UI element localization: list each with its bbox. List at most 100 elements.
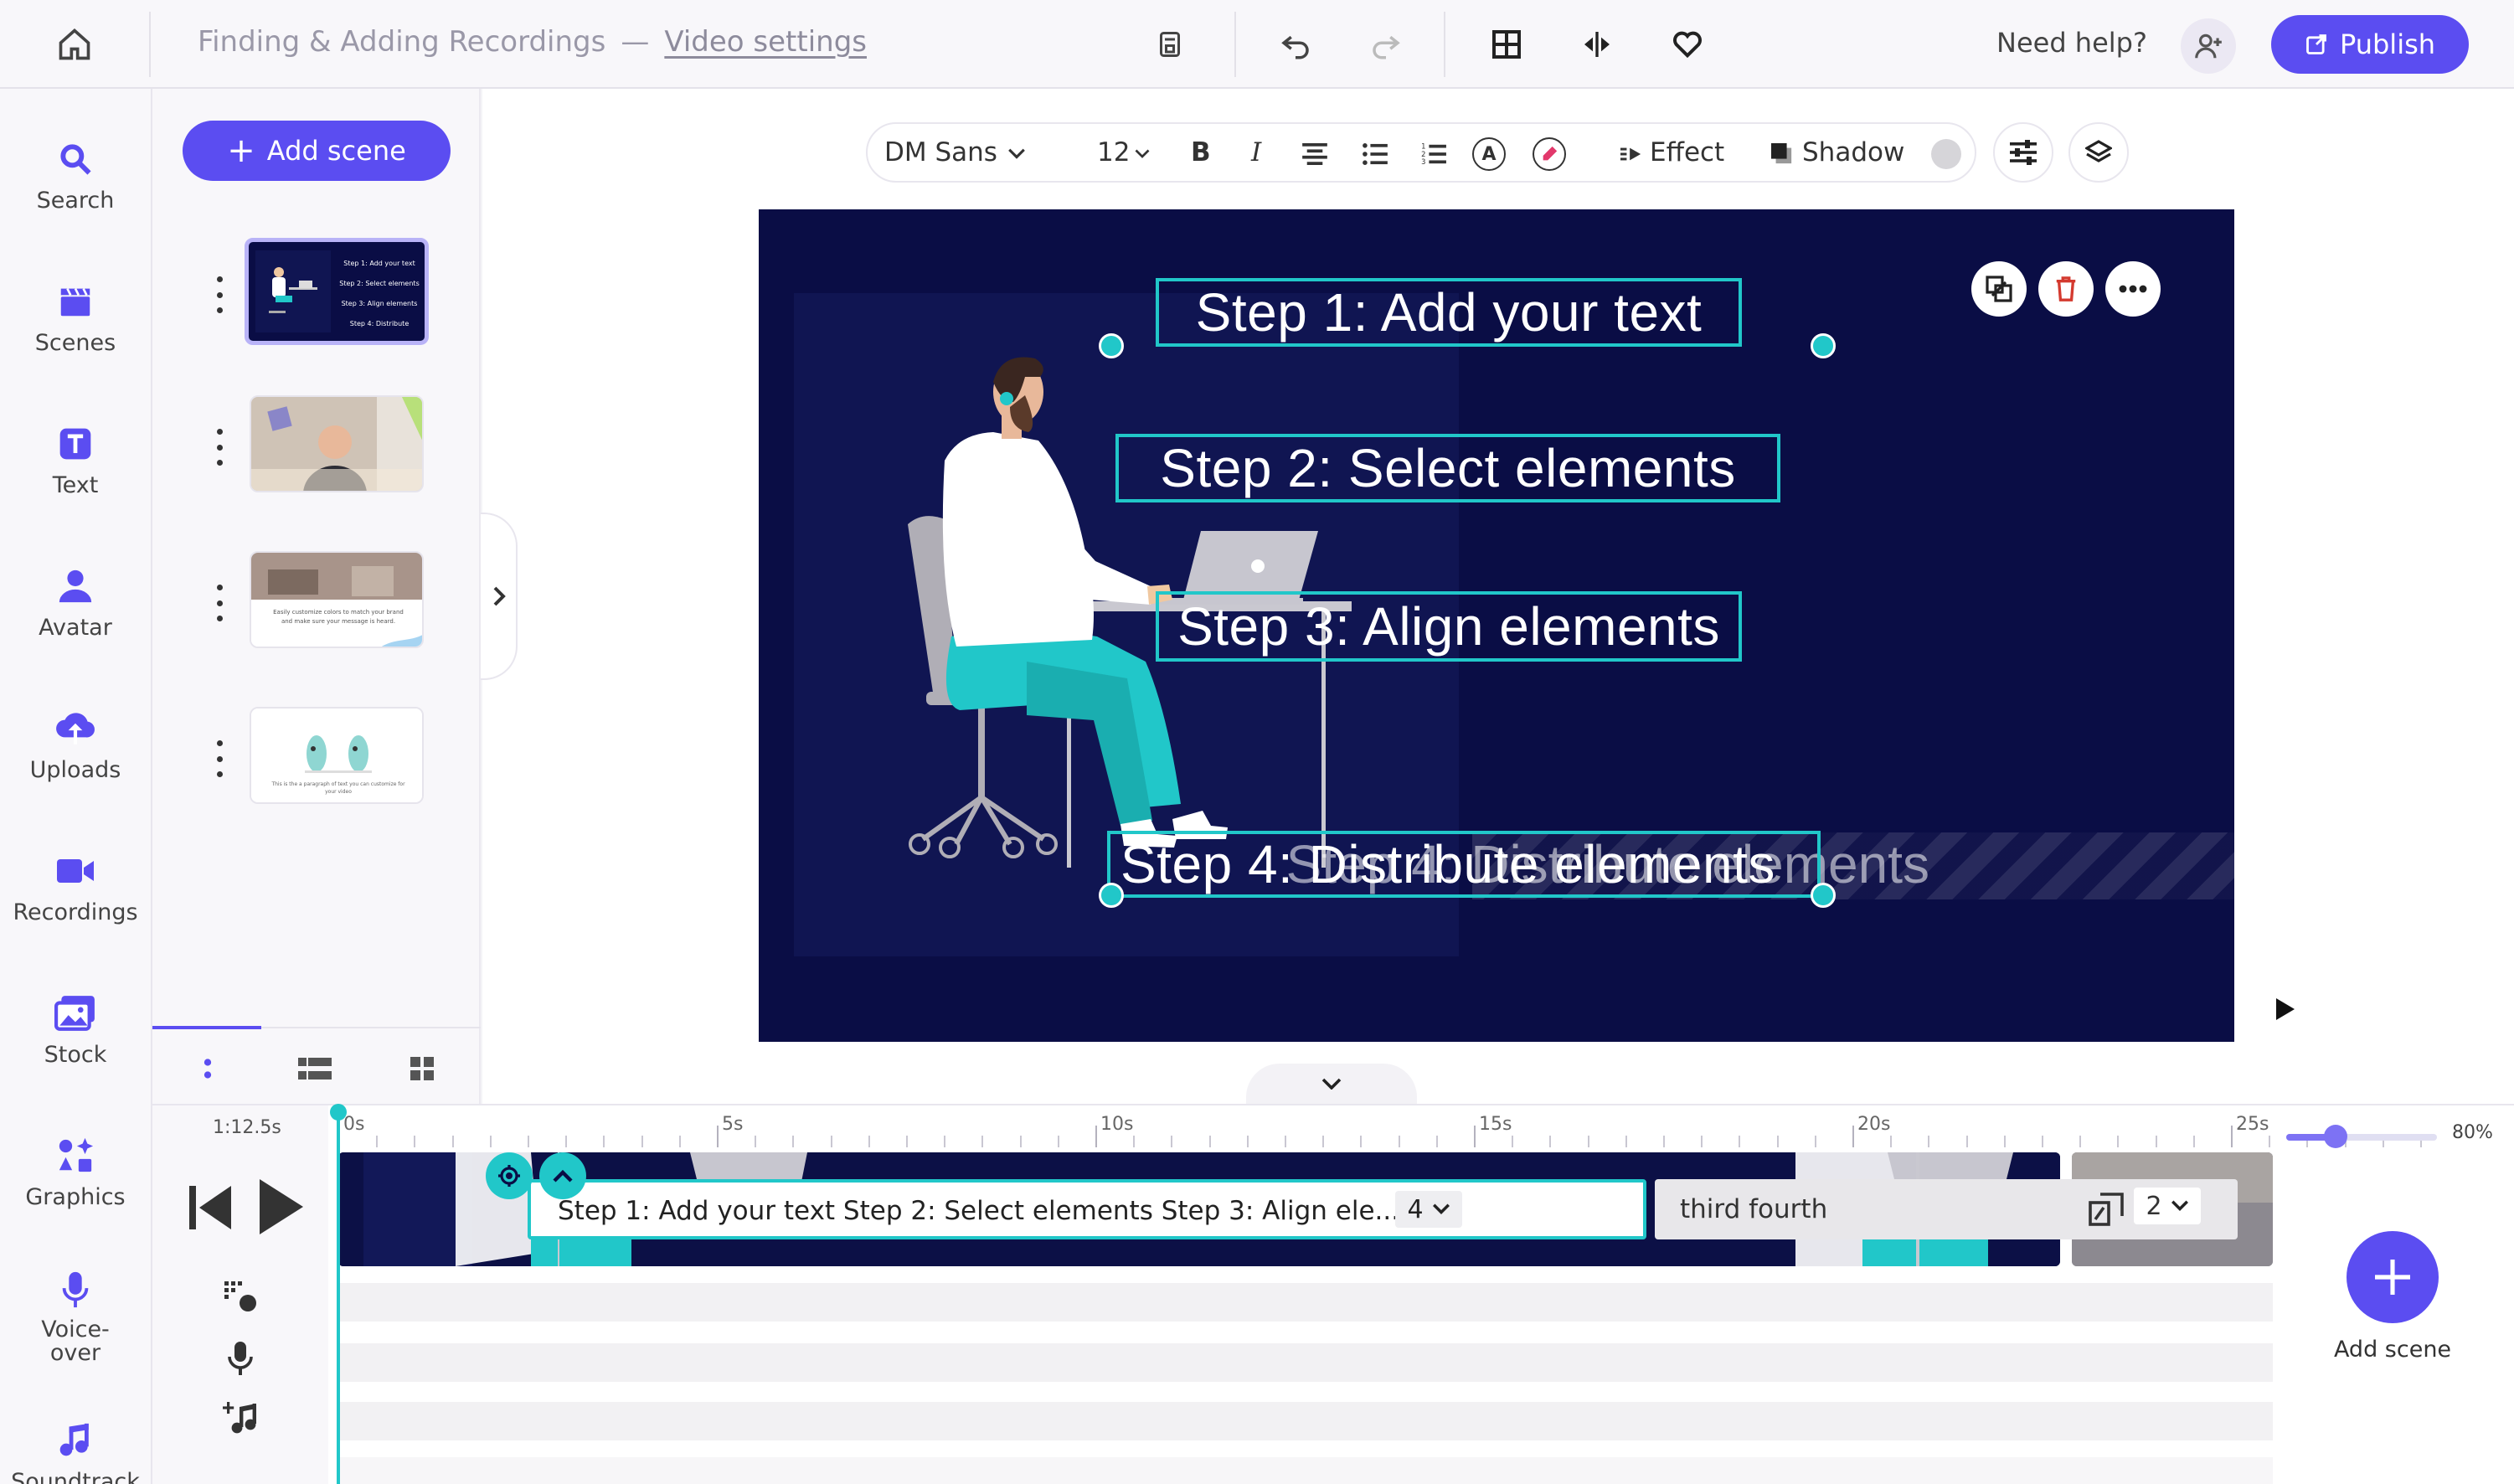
resize-handle-top-left[interactable] (1099, 333, 1124, 358)
resize-handle-top-right[interactable] (1811, 333, 1836, 358)
ungroup-button[interactable] (1971, 261, 2027, 317)
music-note-icon (59, 1423, 89, 1456)
nav-recordings[interactable]: Recordings (0, 848, 151, 925)
voice-track-button[interactable] (226, 1340, 255, 1380)
bullet-list-icon (1363, 143, 1388, 165)
play-small-icon (2276, 998, 2295, 1020)
shadow-color-swatch[interactable] (1931, 139, 1961, 169)
project-title[interactable]: Finding & Adding Recordings (198, 25, 605, 59)
nav-search[interactable]: Search (0, 136, 151, 214)
nav-graphics[interactable]: Graphics (0, 1132, 151, 1210)
music-track[interactable] (338, 1402, 2273, 1440)
scene-menu-icon[interactable] (214, 585, 224, 621)
grid-button[interactable] (1481, 18, 1533, 70)
voice-track[interactable] (338, 1343, 2273, 1382)
nav-uploads[interactable]: Uploads (0, 705, 151, 783)
layers-button[interactable] (2068, 122, 2129, 183)
nav-avatar[interactable]: Avatar (0, 563, 151, 641)
playhead[interactable] (330, 1104, 347, 1484)
ruler-tick (944, 1136, 946, 1147)
clip-count-value: 2 (2146, 1191, 2162, 1221)
bold-button[interactable]: B (1191, 137, 1211, 167)
add-music-button[interactable] (223, 1400, 258, 1439)
scene-thumbnail-3[interactable]: Easily customize colors to match your br… (250, 551, 424, 648)
transition-button[interactable] (2089, 1193, 2124, 1229)
adjustments-button[interactable] (1993, 122, 2053, 183)
zoom-slider[interactable] (2286, 1125, 2437, 1148)
effects-track-button[interactable] (223, 1280, 258, 1317)
step-3-text[interactable]: Step 3: Align elements (1156, 591, 1742, 662)
nav-stock[interactable]: Stock (0, 990, 151, 1068)
skip-to-start-button[interactable] (188, 1183, 234, 1236)
flip-button[interactable] (1571, 18, 1623, 70)
scene-canvas[interactable]: Step 1: Add your text Step 2: Select ele… (759, 209, 2234, 1042)
effects-track[interactable] (338, 1283, 2273, 1322)
more-options-button[interactable] (2105, 261, 2161, 317)
effects-icon (224, 1281, 256, 1311)
scene-thumbnail-1[interactable]: Step 1: Add your text Step 2: Select ele… (245, 238, 429, 345)
scene-menu-icon[interactable] (214, 740, 224, 777)
italic-button[interactable]: I (1251, 137, 1261, 167)
scene-menu-icon[interactable] (214, 429, 224, 466)
text-clip2-count-select[interactable]: 2 (2134, 1188, 2201, 1224)
play-button[interactable] (256, 1177, 305, 1239)
scene-thumbnail-2[interactable] (250, 395, 424, 492)
ruler-tick (868, 1136, 870, 1147)
video-camera-icon (57, 859, 94, 883)
resize-handle-bottom-left[interactable] (1099, 883, 1124, 908)
invite-user-button[interactable] (2181, 18, 2236, 74)
publish-button[interactable]: Publish (2271, 15, 2469, 74)
add-user-icon (2195, 33, 2222, 59)
delete-element-button[interactable] (2038, 261, 2094, 317)
align-center-button[interactable] (1296, 136, 1333, 173)
numbered-list-button[interactable]: 123 (1415, 136, 1452, 173)
save-button[interactable] (1144, 18, 1196, 70)
resize-handle-bottom-right[interactable] (1811, 883, 1836, 908)
tab-grid-view[interactable] (397, 1052, 447, 1085)
text-clip-selected[interactable]: Step 1: Add your text Step 2: Select ele… (528, 1179, 1646, 1239)
font-family-select[interactable]: DM Sans (884, 137, 997, 167)
text-icon (59, 428, 91, 460)
scene-menu-icon[interactable] (214, 276, 224, 313)
text-clip-2[interactable]: third fourth 2 (1655, 1179, 2238, 1239)
collapse-timeline-button[interactable] (1246, 1064, 1417, 1104)
scene-thumbnail-4[interactable]: This is the a paragraph of text you can … (250, 707, 424, 804)
nav-text[interactable]: Text (0, 420, 151, 498)
home-button[interactable] (47, 17, 102, 72)
animation-button[interactable] (486, 1152, 533, 1199)
shadow-button[interactable]: Shadow (1802, 137, 1904, 167)
step-2-text[interactable]: Step 2: Select elements (1115, 434, 1780, 502)
upload-icon (56, 713, 95, 745)
nav-scenes[interactable]: Scenes (0, 278, 151, 356)
timeline-ruler[interactable]: 0s 5s 10s 15s 20s 25s (335, 1105, 2425, 1152)
clip-count-value: 4 (1407, 1194, 1424, 1224)
nav-voice-over[interactable]: Voice-over (0, 1266, 151, 1365)
chevron-down-icon[interactable] (998, 136, 1035, 173)
tab-timeline-view[interactable] (183, 1052, 233, 1085)
ruler-tick (1814, 1136, 1816, 1147)
extra-track (338, 1457, 2273, 1484)
video-settings-link[interactable]: Video settings (664, 25, 867, 59)
text-clip2-label: third fourth (1680, 1194, 1828, 1224)
chevron-down-icon[interactable] (1124, 136, 1161, 173)
step-1-text[interactable]: Step 1: Add your text (1156, 278, 1742, 347)
preview-play-button[interactable] (2274, 998, 2295, 1023)
highlight-button[interactable] (1533, 137, 1566, 171)
effect-button[interactable]: Effect (1650, 137, 1724, 167)
need-help-link[interactable]: Need help? (1996, 27, 2147, 59)
nav-soundtrack[interactable]: Soundtrack (0, 1417, 151, 1484)
list-view-icon (298, 1058, 332, 1080)
tab-list-view[interactable] (290, 1052, 340, 1085)
step-4-text[interactable]: Step 4: Distribute elements (1107, 831, 1821, 898)
undo-button[interactable] (1270, 18, 1321, 70)
add-scene-fab[interactable] (2347, 1231, 2439, 1323)
expand-clip-button[interactable] (539, 1152, 586, 1199)
redo-button[interactable] (1360, 18, 1412, 70)
collapse-panel-button[interactable] (481, 513, 518, 680)
add-scene-button[interactable]: + Add scene (183, 121, 451, 181)
bullet-list-button[interactable] (1357, 136, 1394, 173)
text-clip-count-select[interactable]: 4 (1395, 1191, 1462, 1228)
favorite-button[interactable] (1661, 18, 1713, 70)
text-color-button[interactable]: A (1472, 137, 1506, 171)
svg-text:3: 3 (1421, 157, 1425, 166)
